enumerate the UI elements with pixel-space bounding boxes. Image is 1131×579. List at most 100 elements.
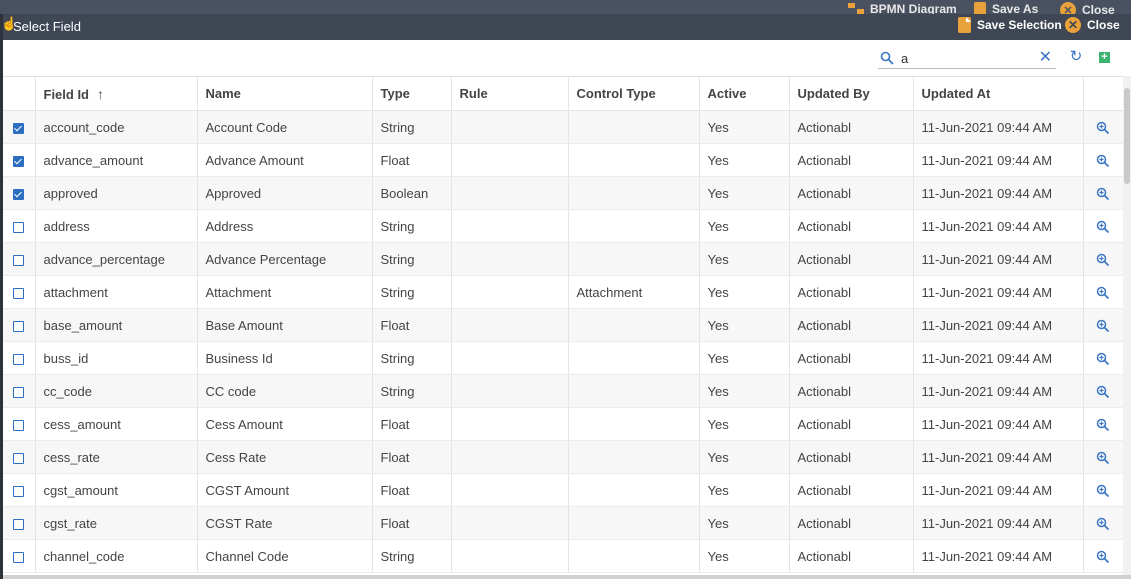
row-checkbox[interactable]: [13, 221, 25, 233]
zoom-in-icon[interactable]: [1096, 220, 1110, 234]
row-checkbox[interactable]: [13, 386, 25, 398]
table-row[interactable]: attachment Attachment String Attachment Yes A…: [3, 275, 1123, 309]
row-checkbox[interactable]: [13, 485, 25, 497]
cell-control-type: [568, 539, 700, 573]
cell-active: Yes: [699, 374, 790, 408]
row-action-cell: [1083, 506, 1123, 540]
save-as-button[interactable]: Save As: [974, 2, 1038, 14]
cell-active: Yes: [699, 242, 790, 276]
cell-field-id: cess_amount: [35, 407, 198, 441]
zoom-in-icon[interactable]: [1096, 352, 1110, 366]
zoom-in-icon[interactable]: [1096, 286, 1110, 300]
header-rule[interactable]: Rule: [451, 77, 569, 111]
header-updated-at[interactable]: Updated At: [913, 77, 1084, 111]
scrollbar-thumb[interactable]: [1124, 88, 1130, 184]
header-type[interactable]: Type: [372, 77, 452, 111]
header-control-type[interactable]: Control Type: [568, 77, 700, 111]
cell-type: String: [372, 275, 452, 309]
search-input[interactable]: [901, 50, 1031, 66]
cell-active: Yes: [699, 440, 790, 474]
table-row[interactable]: cc_code CC code String Yes Actionabl 11-Jun-2…: [3, 374, 1123, 408]
zoom-in-icon[interactable]: [1096, 418, 1110, 432]
row-checkbox[interactable]: [13, 353, 25, 365]
zoom-in-icon[interactable]: [1096, 187, 1110, 201]
bpmn-diagram-button[interactable]: BPMN Diagram: [848, 2, 957, 14]
row-checkbox[interactable]: [13, 287, 25, 299]
table-row[interactable]: address Address String Yes Actionabl 11-Jun-2…: [3, 209, 1123, 243]
table-row[interactable]: buss_id Business Id String Yes Actionabl 11-J…: [3, 341, 1123, 375]
cell-control-type: [568, 341, 700, 375]
zoom-in-icon[interactable]: [1096, 319, 1110, 333]
add-icon[interactable]: +: [1099, 52, 1110, 63]
row-select-cell: [3, 308, 36, 342]
cell-name: Base Amount: [197, 308, 373, 342]
header-actions: [1083, 77, 1123, 111]
row-checkbox[interactable]: [13, 551, 25, 563]
table-row[interactable]: account_code Account Code String Yes Actiona…: [3, 110, 1123, 144]
cell-control-type: [568, 308, 700, 342]
row-checkbox[interactable]: [13, 188, 25, 200]
header-name[interactable]: Name: [197, 77, 373, 111]
close-button[interactable]: ✕ Close: [1065, 17, 1120, 33]
refresh-icon[interactable]: ↻: [1068, 49, 1084, 65]
table-row[interactable]: cgst_rate CGST Rate Float Yes Actionabl 11-Ju…: [3, 506, 1123, 540]
cell-updated-at: 11-Jun-2021 09:44 AM: [913, 275, 1084, 309]
zoom-in-icon[interactable]: [1096, 484, 1110, 498]
table-row[interactable]: base_amount Base Amount Float Yes Actionabl 1…: [3, 308, 1123, 342]
table-row[interactable]: advance_amount Advance Amount Float Yes Acti…: [3, 143, 1123, 177]
cell-type: Boolean: [372, 176, 452, 210]
cell-active: Yes: [699, 176, 790, 210]
row-checkbox[interactable]: [13, 419, 25, 431]
zoom-in-icon[interactable]: [1096, 121, 1110, 135]
search-box: ✕: [878, 48, 1056, 69]
background-close-button[interactable]: ✕ Close: [1060, 2, 1115, 14]
row-action-cell: [1083, 539, 1123, 573]
row-checkbox[interactable]: [13, 155, 25, 167]
row-checkbox[interactable]: [13, 518, 25, 530]
zoom-in-icon[interactable]: [1096, 385, 1110, 399]
cell-updated-by: Actionabl: [789, 506, 914, 540]
table-row[interactable]: cess_amount Cess Amount Float Yes Actionabl 1…: [3, 407, 1123, 441]
save-selection-label: Save Selection: [977, 18, 1062, 32]
cell-updated-by: Actionabl: [789, 110, 914, 144]
cell-field-id: attachment: [35, 275, 198, 309]
row-action-cell: [1083, 407, 1123, 441]
close-icon: ✕: [1065, 17, 1081, 33]
table-row[interactable]: channel_code Channel Code String Yes Actiona…: [3, 539, 1123, 573]
cell-updated-at: 11-Jun-2021 09:44 AM: [913, 176, 1084, 210]
field-grid: Field Id ↑ Name Type Rule Control Type Ac…: [3, 76, 1123, 579]
cell-control-type: [568, 473, 700, 507]
cell-active: Yes: [699, 341, 790, 375]
cell-rule: [451, 275, 569, 309]
cell-field-id: advance_amount: [35, 143, 198, 177]
table-row[interactable]: advance_percentage Advance Percentage Stri…: [3, 242, 1123, 276]
cell-rule: [451, 506, 569, 540]
row-checkbox[interactable]: [13, 254, 25, 266]
cell-name: Advance Amount: [197, 143, 373, 177]
zoom-in-icon[interactable]: [1096, 154, 1110, 168]
save-selection-button[interactable]: Save Selection: [958, 17, 1062, 33]
clear-search-icon[interactable]: ✕: [1039, 49, 1052, 67]
cell-updated-at: 11-Jun-2021 09:44 AM: [913, 407, 1084, 441]
table-row[interactable]: cgst_amount CGST Amount Float Yes Actionabl 1…: [3, 473, 1123, 507]
row-checkbox[interactable]: [13, 122, 25, 134]
cell-rule: [451, 242, 569, 276]
zoom-in-icon[interactable]: [1096, 550, 1110, 564]
sort-ascending-icon[interactable]: ↑: [97, 86, 104, 102]
zoom-in-icon[interactable]: [1096, 253, 1110, 267]
row-checkbox[interactable]: [13, 320, 25, 332]
header-updated-by[interactable]: Updated By: [789, 77, 914, 111]
vertical-scrollbar[interactable]: [1123, 76, 1131, 579]
row-checkbox[interactable]: [13, 452, 25, 464]
header-field-id[interactable]: Field Id ↑: [35, 77, 198, 111]
header-active[interactable]: Active: [699, 77, 790, 111]
table-row[interactable]: cess_rate Cess Rate Float Yes Actionabl 11-Ju…: [3, 440, 1123, 474]
table-row[interactable]: approved Approved Boolean Yes Actionabl 11-Ju…: [3, 176, 1123, 210]
cell-type: Float: [372, 143, 452, 177]
row-select-cell: [3, 143, 36, 177]
zoom-in-icon[interactable]: [1096, 451, 1110, 465]
zoom-in-icon[interactable]: [1096, 517, 1110, 531]
cell-rule: [451, 209, 569, 243]
cell-control-type: [568, 176, 700, 210]
cell-type: String: [372, 341, 452, 375]
